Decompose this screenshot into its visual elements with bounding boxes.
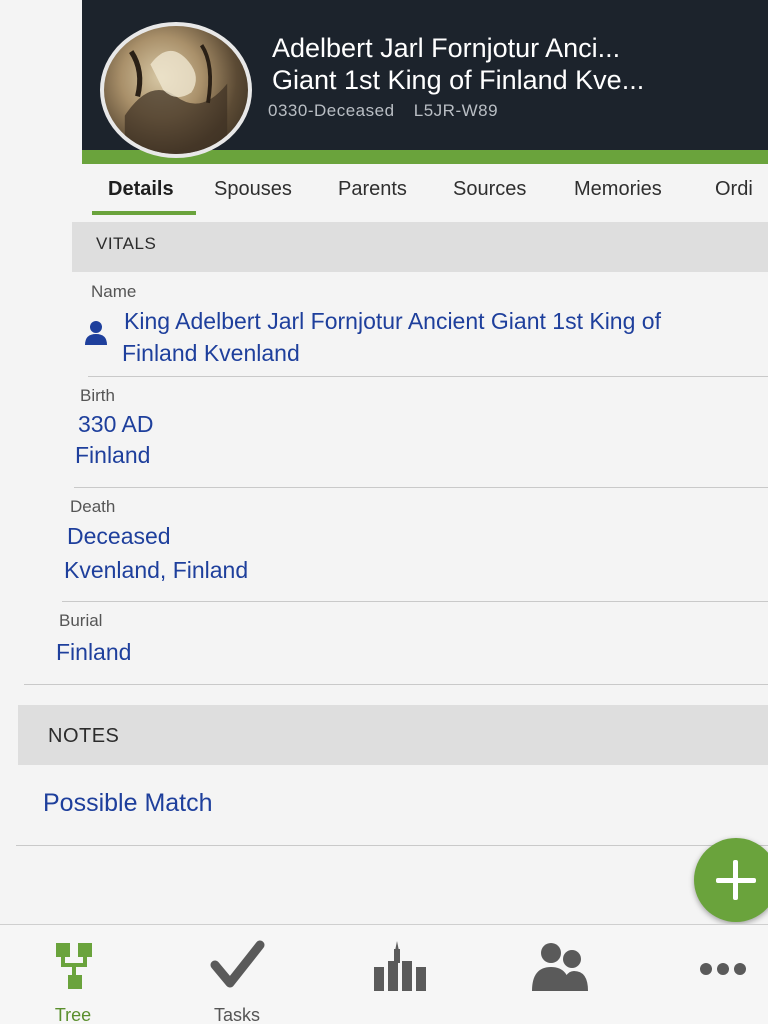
checkmark-icon [210,940,265,988]
more-icon [700,963,746,975]
person-name: Adelbert Jarl Fornjotur Anci... Giant 1s… [272,32,732,96]
name-value-line2[interactable]: Finland Kvenland [122,338,300,369]
temple-icon [374,941,426,991]
tab-sources[interactable]: Sources [453,178,526,201]
tab-ordinances[interactable]: Ordi [715,178,753,201]
bottom-nav: Tree Tasks [0,924,768,1024]
divider [62,601,768,602]
birth-date[interactable]: 330 AD [78,409,153,440]
divider [24,684,768,685]
nav-more[interactable] [668,925,768,1024]
death-label: Death [70,497,116,516]
birth-place[interactable]: Finland [75,440,150,471]
nav-tasks[interactable]: Tasks [182,925,292,1024]
burial-place[interactable]: Finland [56,637,131,668]
person-name-line2: Giant 1st King of Finland Kve... [272,65,645,95]
person-lifespan: 0330-Deceased [268,101,395,120]
divider [74,487,768,488]
tree-icon [56,943,92,989]
death-place[interactable]: Kvenland, Finland [64,555,248,586]
nav-tasks-label: Tasks [213,1005,260,1024]
nav-tree[interactable]: Tree [18,925,128,1024]
tab-memories[interactable]: Memories [574,178,662,201]
active-tab-indicator [92,211,196,215]
birth-label: Birth [80,386,115,405]
name-value-line1[interactable]: King Adelbert Jarl Fornjotur Ancient Gia… [124,306,661,337]
tab-parents[interactable]: Parents [338,178,407,201]
tab-bar: Details Spouses Parents Sources Memories… [92,168,768,224]
note-item[interactable]: Possible Match [43,788,213,819]
death-date[interactable]: Deceased [67,521,171,552]
person-details-screen: Adelbert Jarl Fornjotur Anci... Giant 1s… [0,0,768,1024]
tab-details[interactable]: Details [108,178,174,201]
add-button[interactable] [694,838,768,922]
person-icon [85,321,107,345]
person-portrait[interactable] [100,22,252,158]
divider [88,376,768,377]
people-icon [532,943,588,991]
portrait-image [124,44,228,154]
nav-people[interactable] [504,925,614,1024]
divider [16,845,768,846]
notes-header: NOTES [18,705,768,765]
vitals-header: VITALS [72,222,768,272]
burial-label: Burial [59,611,103,630]
name-label: Name [91,282,137,301]
person-id: L5JR-W89 [413,101,499,120]
nav-tree-label: Tree [54,1005,92,1024]
person-meta: 0330-Deceased L5JR-W89 [268,101,512,121]
person-name-line1: Adelbert Jarl Fornjotur Anci... [272,33,621,63]
tab-spouses[interactable]: Spouses [214,178,292,201]
nav-temple[interactable] [342,925,452,1024]
